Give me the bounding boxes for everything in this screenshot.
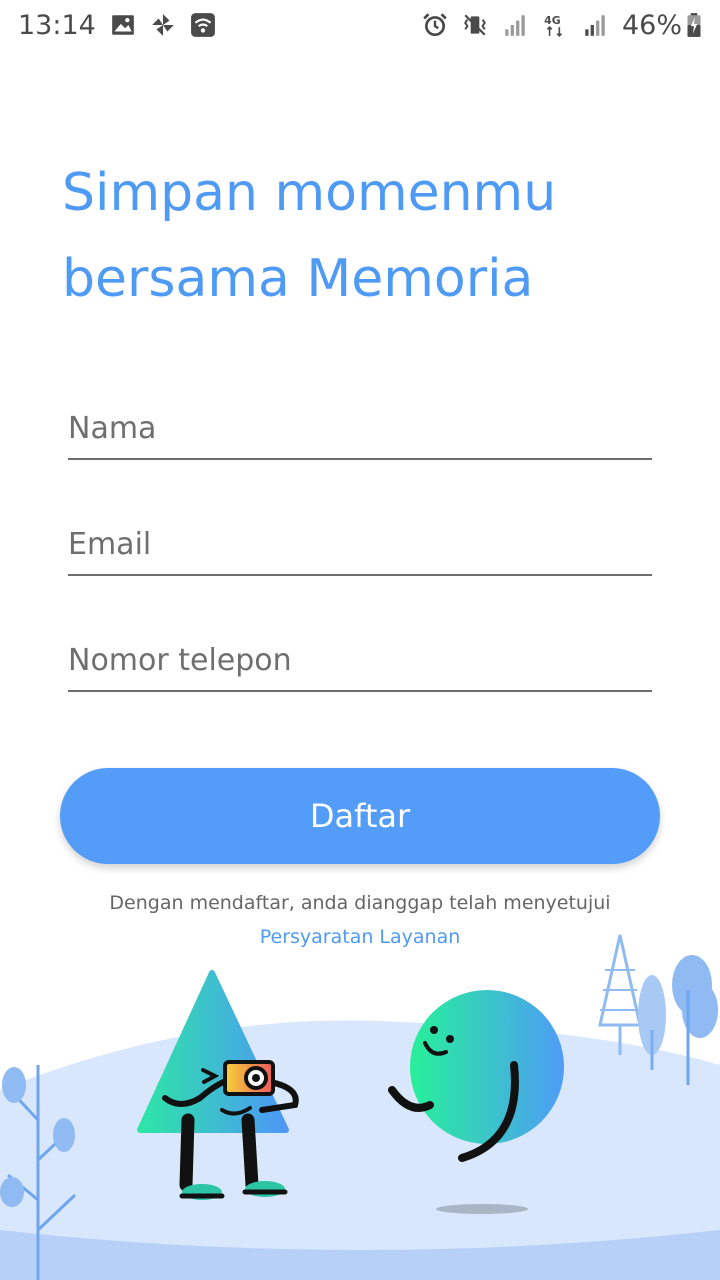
status-time: 13:14 (18, 9, 96, 41)
signal-icon (502, 12, 528, 38)
left-leaf (2, 1067, 26, 1103)
image-icon (110, 12, 136, 38)
name-input[interactable] (68, 390, 652, 458)
vibrate-icon (462, 12, 488, 38)
battery-icon (686, 12, 702, 38)
illustration (0, 934, 720, 1280)
4g-icon: 4G (542, 12, 568, 38)
register-button[interactable]: Daftar (60, 768, 660, 864)
title-line-2: bersama Memoria (62, 249, 534, 309)
pinwheel-icon (150, 12, 176, 38)
signal-icon (582, 12, 608, 38)
name-field (68, 390, 652, 460)
email-field (68, 506, 652, 576)
alarm-icon (422, 12, 448, 38)
page-title: Simpan momenmu bersama Memoria (62, 150, 682, 322)
phone-input[interactable] (68, 622, 652, 690)
wifi-icon (190, 12, 216, 38)
left-leaf (0, 1177, 24, 1207)
email-input[interactable] (68, 506, 652, 574)
status-bar-right: 4G 46% (422, 10, 702, 41)
status-bar-left: 13:14 (18, 10, 216, 41)
svg-text:4G: 4G (544, 14, 561, 27)
battery-percent: 46% (621, 9, 682, 41)
status-bar: 13:14 4G 46% (0, 0, 720, 50)
terms-text: Dengan mendaftar, anda dianggap telah me… (109, 892, 611, 914)
left-leaf (53, 1118, 75, 1152)
title-line-1: Simpan momenmu (62, 163, 557, 223)
phone-field (68, 622, 652, 692)
